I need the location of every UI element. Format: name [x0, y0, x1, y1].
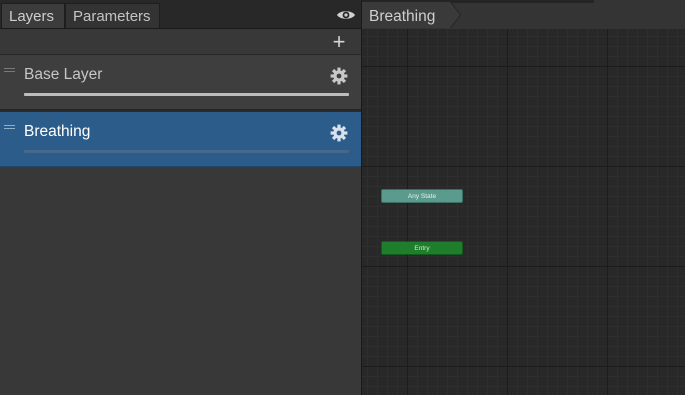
layer-item-base-layer[interactable]: Base Layer [0, 55, 361, 110]
panel-tab-strip: Layers Parameters [0, 0, 361, 29]
entry-label: Entry [414, 245, 430, 252]
state-machine-graph[interactable] [362, 29, 685, 395]
layers-panel: Layers Parameters + Base Layer Breathing [0, 0, 361, 395]
breadcrumb-item-breathing[interactable]: Breathing [362, 2, 460, 28]
layer-weight-bar [24, 93, 349, 96]
entry-node[interactable]: Entry [381, 241, 463, 255]
gear-icon[interactable] [330, 124, 348, 142]
layer-name: Breathing [24, 123, 91, 140]
drag-handle-icon[interactable] [4, 68, 15, 73]
tab-parameters[interactable]: Parameters [65, 3, 160, 28]
tab-parameters-label: Parameters [73, 8, 151, 25]
any-state-node[interactable]: Any State [381, 189, 463, 203]
eye-icon[interactable] [336, 8, 356, 22]
tab-layers-label: Layers [9, 8, 55, 25]
layer-weight-fill [24, 93, 349, 96]
add-layer-button[interactable]: + [328, 31, 350, 53]
layer-weight-bar [24, 150, 349, 153]
breadcrumb: Breathing [362, 0, 685, 30]
breadcrumb-label: Breathing [369, 8, 436, 25]
drag-handle-icon[interactable] [4, 125, 15, 130]
layer-item-breathing[interactable]: Breathing [0, 112, 361, 167]
layers-toolbar: + [0, 29, 361, 55]
gear-icon[interactable] [330, 67, 348, 85]
layer-name: Base Layer [24, 66, 103, 83]
any-state-label: Any State [407, 193, 437, 200]
tab-layers[interactable]: Layers [1, 3, 65, 28]
